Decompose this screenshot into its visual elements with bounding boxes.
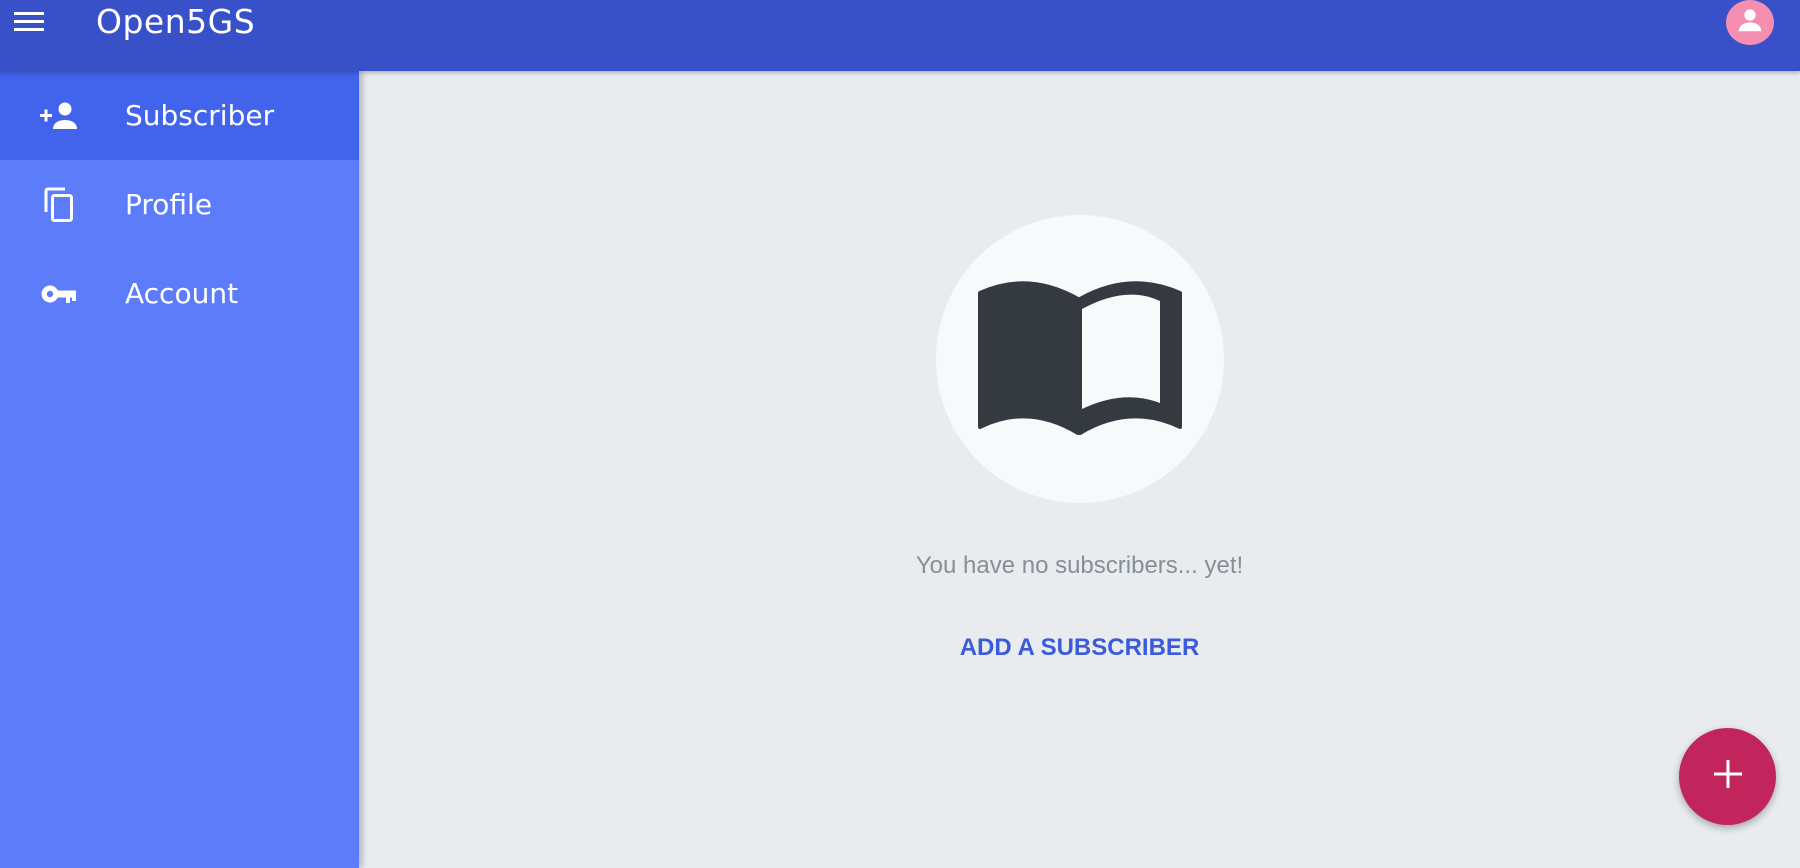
sidebar: Subscriber Profile Account [0, 71, 359, 868]
hamburger-menu-icon [14, 10, 44, 37]
app: Open5GS Subscriber Profile Account You h… [0, 0, 1800, 868]
open-book-icon [978, 279, 1182, 440]
user-avatar-button[interactable] [1726, 0, 1774, 45]
sidebar-item-label: Profile [125, 188, 213, 221]
person-add-icon [40, 97, 78, 135]
plus-icon [1713, 759, 1743, 794]
menu-button[interactable] [8, 5, 50, 41]
sidebar-item-account[interactable]: Account [0, 249, 359, 338]
key-icon [40, 275, 78, 313]
empty-state-message: You have no subscribers... yet! [915, 552, 1244, 579]
app-title: Open5GS [96, 2, 256, 41]
sidebar-item-label: Subscriber [125, 99, 275, 132]
add-subscriber-fab[interactable] [1679, 728, 1776, 825]
sidebar-item-profile[interactable]: Profile [0, 160, 359, 249]
sidebar-item-subscriber[interactable]: Subscriber [0, 71, 359, 160]
top-app-bar: Open5GS [0, 0, 1800, 71]
main-content: You have no subscribers... yet! ADD A SU… [359, 71, 1800, 868]
account-icon [1735, 5, 1765, 40]
add-subscriber-link[interactable]: ADD A SUBSCRIBER [359, 634, 1800, 662]
empty-state-illustration [936, 215, 1224, 503]
copy-icon [40, 186, 78, 224]
sidebar-item-label: Account [125, 277, 239, 310]
